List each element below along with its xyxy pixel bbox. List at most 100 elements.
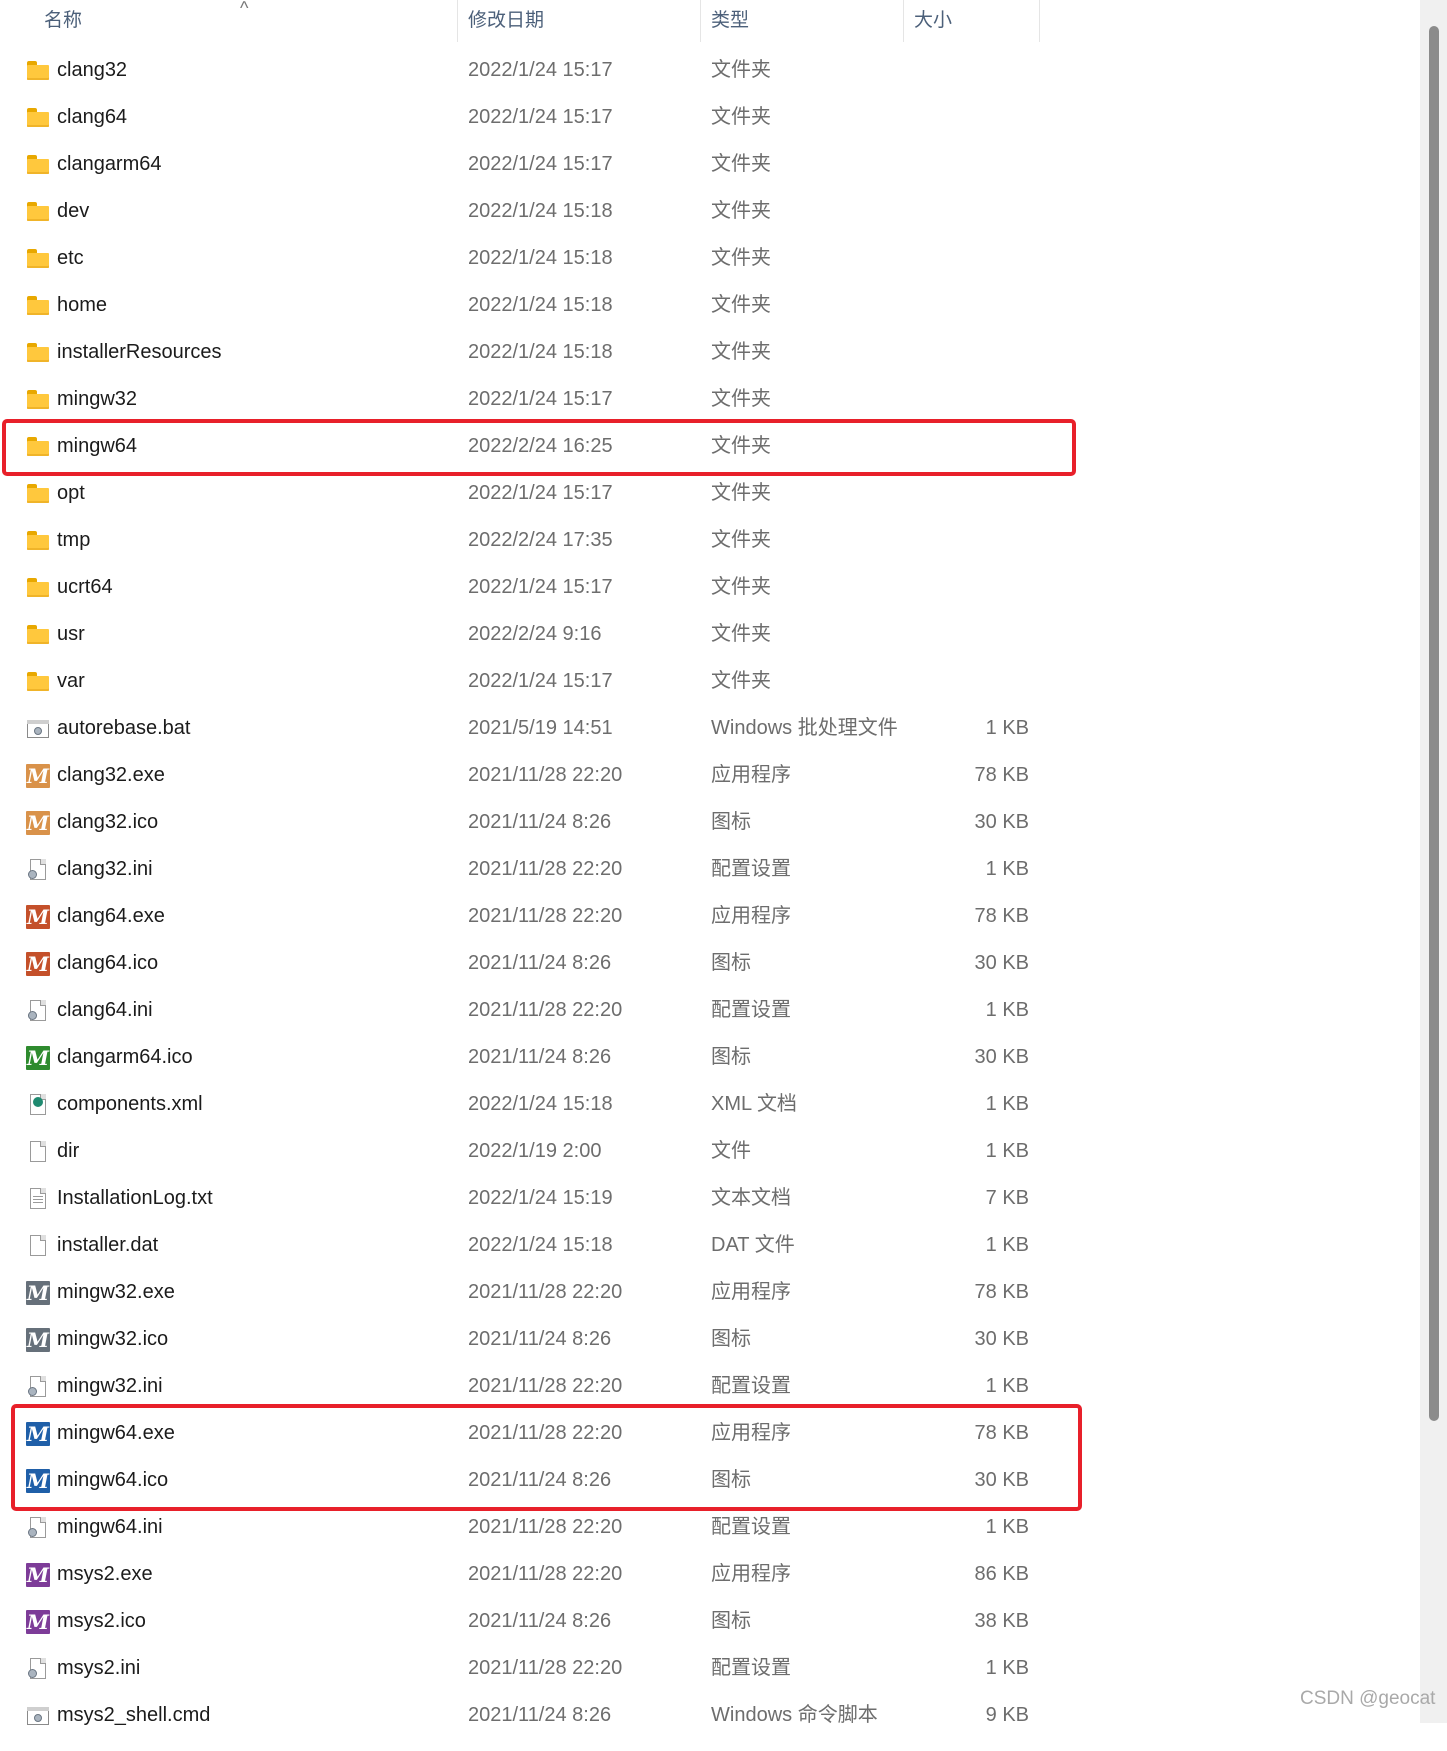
file-name: clangarm64	[57, 153, 162, 175]
scrollbar-thumb[interactable]	[1429, 26, 1439, 1421]
file-row[interactable]: Mmsys2.exe 2021/11/28 22:20 应用程序 86 KB	[0, 1551, 1420, 1598]
file-row[interactable]: mingw64.ini 2021/11/28 22:20 配置设置 1 KB	[0, 1504, 1420, 1551]
file-date: 2021/11/24 8:26	[468, 952, 612, 974]
file-row[interactable]: msys2.ini 2021/11/28 22:20 配置设置 1 KB	[0, 1645, 1420, 1692]
file-type: 配置设置	[711, 858, 791, 880]
file-name: clang32.exe	[57, 764, 165, 786]
file-row[interactable]: Mmingw32.ico 2021/11/24 8:26 图标 30 KB	[0, 1316, 1420, 1363]
file-row[interactable]: Mmingw64.ico 2021/11/24 8:26 图标 30 KB	[0, 1457, 1420, 1504]
file-date: 2022/1/19 2:00	[468, 1140, 602, 1162]
file-size	[905, 470, 1029, 517]
file-row[interactable]: components.xml 2022/1/24 15:18 XML 文档 1 KB	[0, 1081, 1420, 1128]
file-date: 2021/11/28 22:20	[468, 764, 623, 786]
file-date: 2022/1/24 15:18	[468, 1234, 613, 1256]
file-row[interactable]: Mmsys2.ico 2021/11/24 8:26 图标 38 KB	[0, 1598, 1420, 1645]
file-name: clang32	[57, 59, 128, 81]
file-name: msys2.exe	[57, 1563, 153, 1585]
vertical-scrollbar[interactable]	[1420, 0, 1447, 1723]
file-size: 78 KB	[974, 1281, 1029, 1303]
file-row[interactable]: clang32.ini 2021/11/28 22:20 配置设置 1 KB	[0, 846, 1420, 893]
file-name: msys2.ini	[57, 1657, 141, 1679]
file-name: msys2_shell.cmd	[57, 1704, 211, 1726]
file-type: 文件夹	[711, 247, 771, 269]
column-header-type[interactable]: 类型	[701, 0, 904, 42]
file-size: 1 KB	[985, 1657, 1029, 1679]
file-date: 2022/1/24 15:17	[468, 106, 613, 128]
file-name: mingw32.exe	[57, 1281, 175, 1303]
file-row[interactable]: ucrt64 2022/1/24 15:17 文件夹	[0, 564, 1420, 611]
file-row[interactable]: installerResources 2022/1/24 15:18 文件夹	[0, 329, 1420, 376]
file-type: 文件	[711, 1140, 751, 1162]
file-row[interactable]: Mmingw32.exe 2021/11/28 22:20 应用程序 78 KB	[0, 1269, 1420, 1316]
file-row[interactable]: InstallationLog.txt 2022/1/24 15:19 文本文档 7 …	[0, 1175, 1420, 1222]
file-date: 2021/11/24 8:26	[468, 1610, 612, 1632]
file-name: usr	[57, 623, 85, 645]
file-type: Windows 批处理文件	[711, 717, 898, 739]
file-row[interactable]: mingw32.ini 2021/11/28 22:20 配置设置 1 KB	[0, 1363, 1420, 1410]
file-row[interactable]: home 2022/1/24 15:18 文件夹	[0, 282, 1420, 329]
column-header-size[interactable]: 大小	[904, 0, 1040, 42]
file-row[interactable]: Mclang32.exe 2021/11/28 22:20 应用程序 78 KB	[0, 752, 1420, 799]
file-size	[905, 564, 1029, 611]
column-header-name[interactable]: 名称 ^	[0, 0, 458, 42]
column-header-date-label: 修改日期	[468, 10, 545, 31]
file-row[interactable]: dev 2022/1/24 15:18 文件夹	[0, 188, 1420, 235]
file-type: XML 文档	[711, 1093, 797, 1115]
file-date: 2022/1/24 15:18	[468, 341, 613, 363]
file-name: installerResources	[57, 341, 222, 363]
file-row[interactable]: msys2_shell.cmd 2021/11/24 8:26 Windows 命令…	[0, 1692, 1420, 1739]
file-date: 2021/11/28 22:20	[468, 999, 623, 1021]
file-size: 1 KB	[985, 1093, 1029, 1115]
file-row[interactable]: installer.dat 2022/1/24 15:18 DAT 文件 1 KB	[0, 1222, 1420, 1269]
file-date: 2021/11/24 8:26	[468, 1704, 612, 1726]
file-row[interactable]: var 2022/1/24 15:17 文件夹	[0, 658, 1420, 705]
file-date: 2021/11/28 22:20	[468, 858, 623, 880]
file-row[interactable]: Mclang64.ico 2021/11/24 8:26 图标 30 KB	[0, 940, 1420, 987]
file-row[interactable]: Mclang64.exe 2021/11/28 22:20 应用程序 78 KB	[0, 893, 1420, 940]
file-size: 1 KB	[985, 1140, 1029, 1162]
file-row[interactable]: autorebase.bat 2021/5/19 14:51 Windows 批处理…	[0, 705, 1420, 752]
file-explorer: 名称 ^ 修改日期 类型 大小 clang32 2022/1/24 15:17 文件…	[0, 0, 1420, 1726]
file-row[interactable]: usr 2022/2/24 9:16 文件夹	[0, 611, 1420, 658]
file-row[interactable]: mingw32 2022/1/24 15:17 文件夹	[0, 376, 1420, 423]
file-name: clang32.ico	[57, 811, 159, 833]
file-size	[905, 329, 1029, 376]
file-type: 配置设置	[711, 1516, 791, 1538]
file-size: 1 KB	[985, 1375, 1029, 1397]
file-type: 配置设置	[711, 1657, 791, 1679]
file-date: 2022/1/24 15:17	[468, 576, 613, 598]
file-type: 文件夹	[711, 623, 771, 645]
file-name: var	[57, 670, 85, 692]
file-size	[905, 611, 1029, 658]
file-size: 38 KB	[974, 1610, 1029, 1632]
file-type: Windows 命令脚本	[711, 1704, 878, 1726]
file-row[interactable]: tmp 2022/2/24 17:35 文件夹	[0, 517, 1420, 564]
file-row[interactable]: etc 2022/1/24 15:18 文件夹	[0, 235, 1420, 282]
file-row[interactable]: Mclang32.ico 2021/11/24 8:26 图标 30 KB	[0, 799, 1420, 846]
file-name: tmp	[57, 529, 91, 551]
column-header-date[interactable]: 修改日期	[458, 0, 701, 42]
file-size: 1 KB	[985, 1516, 1029, 1538]
file-row[interactable]: Mclangarm64.ico 2021/11/24 8:26 图标 30 KB	[0, 1034, 1420, 1081]
file-name: clang32.ini	[57, 858, 153, 880]
file-row[interactable]: opt 2022/1/24 15:17 文件夹	[0, 470, 1420, 517]
file-row[interactable]: clang32 2022/1/24 15:17 文件夹	[0, 47, 1420, 94]
file-size: 78 KB	[974, 764, 1029, 786]
file-type: 文件夹	[711, 529, 771, 551]
file-date: 2022/1/24 15:17	[468, 153, 613, 175]
file-row[interactable]: mingw64 2022/2/24 16:25 文件夹	[0, 423, 1420, 470]
file-row[interactable]: dir 2022/1/19 2:00 文件 1 KB	[0, 1128, 1420, 1175]
file-name: installer.dat	[57, 1234, 159, 1256]
file-row[interactable]: clang64 2022/1/24 15:17 文件夹	[0, 94, 1420, 141]
file-type: 文件夹	[711, 341, 771, 363]
file-row[interactable]: clang64.ini 2021/11/28 22:20 配置设置 1 KB	[0, 987, 1420, 1034]
file-type: 应用程序	[711, 1563, 791, 1585]
file-size: 1 KB	[985, 717, 1029, 739]
file-date: 2022/1/24 15:18	[468, 247, 613, 269]
file-size: 30 KB	[974, 1328, 1029, 1350]
file-type: DAT 文件	[711, 1234, 795, 1256]
file-type: 图标	[711, 1469, 751, 1491]
file-name: mingw64.ini	[57, 1516, 163, 1538]
file-row[interactable]: Mmingw64.exe 2021/11/28 22:20 应用程序 78 KB	[0, 1410, 1420, 1457]
file-row[interactable]: clangarm64 2022/1/24 15:17 文件夹	[0, 141, 1420, 188]
